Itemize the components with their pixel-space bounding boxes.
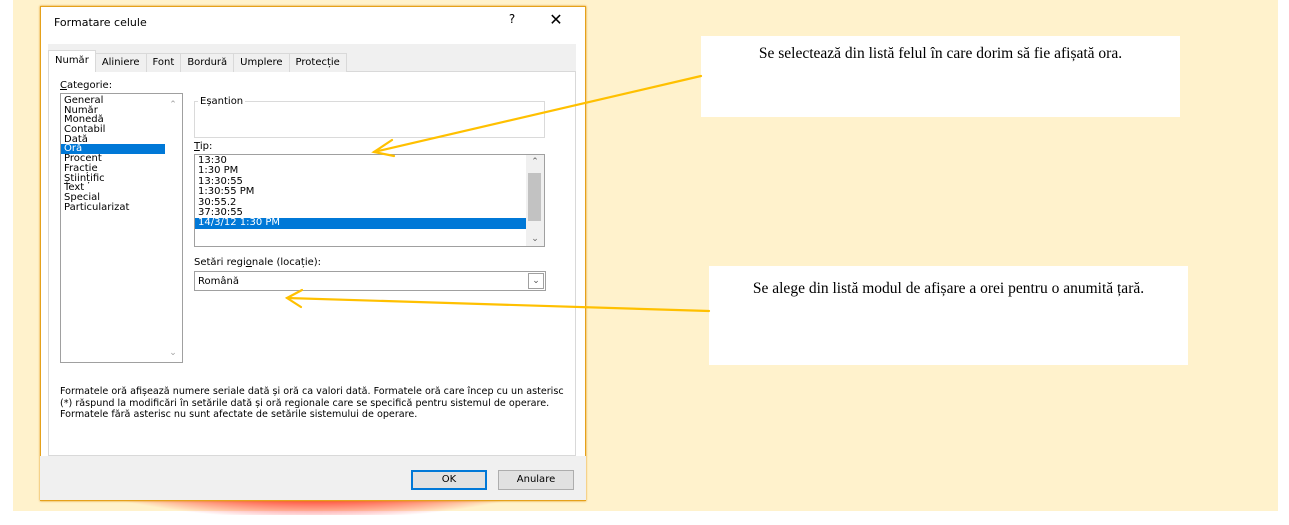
callout-locale: Se alege din listă modul de afișare a or… xyxy=(709,266,1188,365)
tab-font[interactable]: Font xyxy=(145,53,182,72)
tab-fill[interactable]: Umplere xyxy=(233,53,290,72)
sample-label: Eșantion xyxy=(198,96,246,107)
type-item[interactable]: 13:30 xyxy=(195,155,527,166)
sample-group xyxy=(194,101,545,138)
category-scrollbar[interactable]: ⌃ ⌄ xyxy=(165,94,182,362)
dialog-content: Număr Aliniere Font Bordură Umplere Prot… xyxy=(40,6,586,501)
tab-alignment[interactable]: Aliniere xyxy=(94,53,147,72)
tab-protection[interactable]: Protecție xyxy=(288,53,347,72)
ok-button[interactable]: OK xyxy=(411,470,487,490)
canvas: Formatare celule ? ✕ Număr Aliniere Font… xyxy=(0,0,1289,525)
category-label: Categorie: xyxy=(60,80,112,91)
locale-label-text-b: nale (locație): xyxy=(251,257,322,268)
tab-border[interactable]: Bordură xyxy=(180,53,235,72)
chevron-down-icon[interactable]: ⌄ xyxy=(530,234,540,244)
type-label: Tip: xyxy=(194,141,212,152)
type-label-text: ip: xyxy=(199,141,213,152)
format-description: Formatele oră afișează numere seriale da… xyxy=(60,386,564,420)
cancel-button[interactable]: Anulare xyxy=(498,470,574,490)
category-label-accesskey: C xyxy=(60,80,67,91)
chevron-up-icon[interactable]: ⌃ xyxy=(530,157,540,167)
tab-number[interactable]: Număr xyxy=(48,50,96,72)
category-label-text: ategorie: xyxy=(66,80,113,91)
type-item-selected[interactable]: 14/3/12 1:30 PM xyxy=(195,217,527,229)
type-scrollbar[interactable]: ⌃ ⌄ xyxy=(526,155,544,246)
tab-strip: Număr Aliniere Font Bordură Umplere Prot… xyxy=(48,50,347,72)
type-item[interactable]: 1:30 PM xyxy=(195,165,527,176)
locale-combobox[interactable]: Română ⌄ xyxy=(194,271,546,291)
locale-label: Setări regionale (locație): xyxy=(194,257,321,268)
scrollbar-thumb[interactable] xyxy=(528,173,541,221)
category-listbox[interactable]: General Număr Monedă Contabil Dată Oră P… xyxy=(60,93,183,363)
locale-label-text-a: Setări regi xyxy=(194,257,246,268)
chevron-up-icon[interactable]: ⌃ xyxy=(168,100,178,110)
chevron-down-icon[interactable]: ⌄ xyxy=(168,348,178,358)
type-item[interactable]: 1:30:55 PM xyxy=(195,186,527,197)
category-item-custom[interactable]: Particularizat xyxy=(61,202,165,213)
chevron-down-icon[interactable]: ⌄ xyxy=(528,273,544,289)
type-item[interactable]: 30:55.2 xyxy=(195,197,527,208)
type-listbox[interactable]: 13:30 1:30 PM 13:30:55 1:30:55 PM 30:55.… xyxy=(194,154,545,247)
locale-value: Română xyxy=(198,276,239,287)
callout-type-list: Se selectează din listă felul în care do… xyxy=(701,36,1180,117)
